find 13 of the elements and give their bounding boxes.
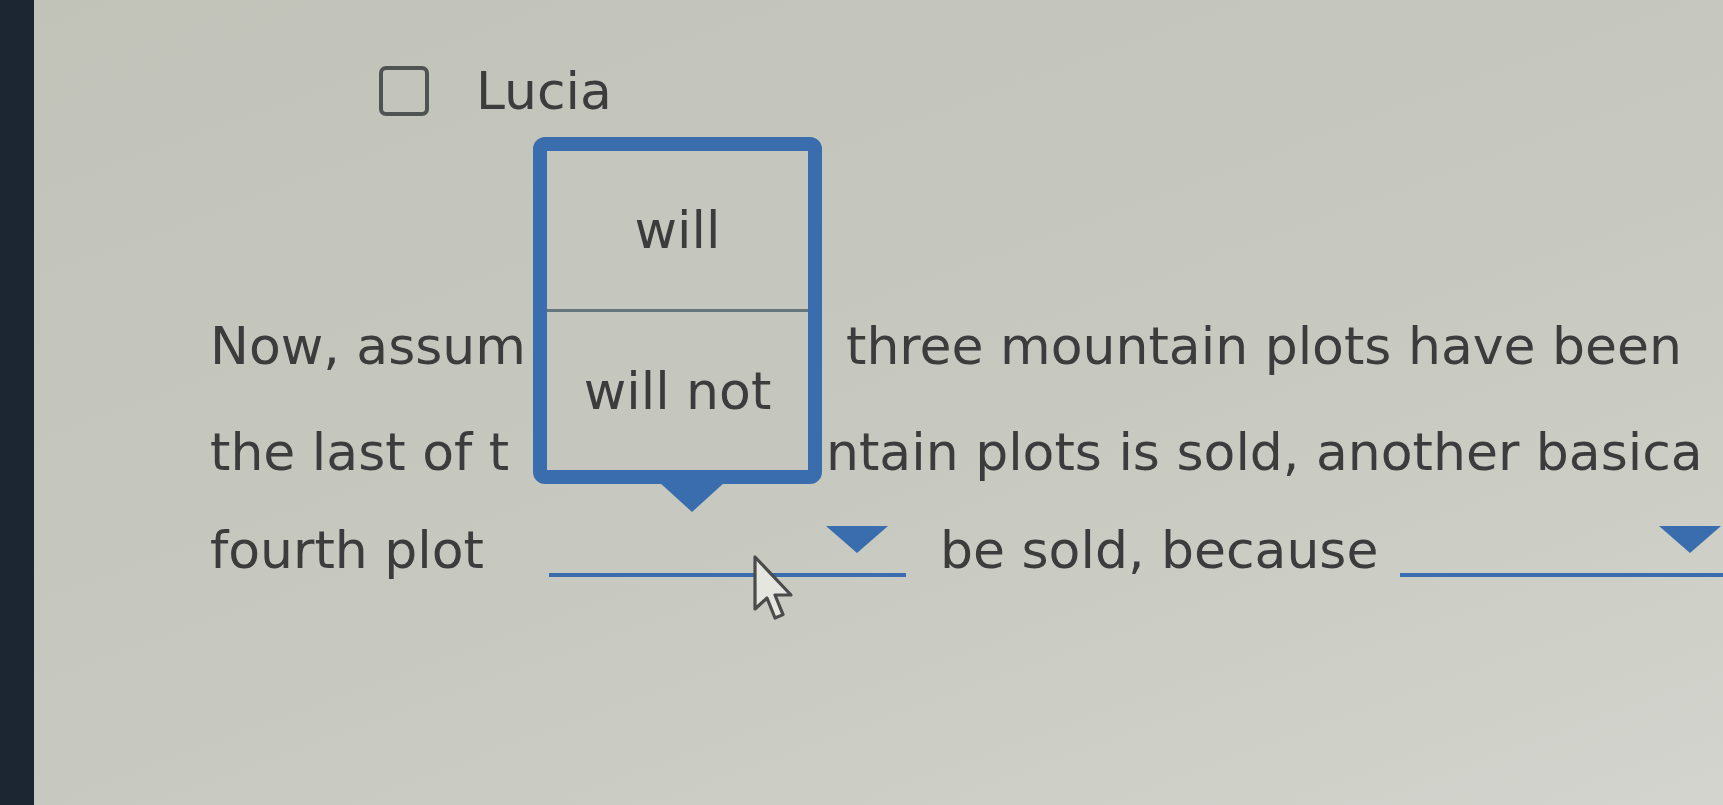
question-text: be sold, because — [940, 520, 1379, 580]
dropdown-option[interactable]: will — [547, 150, 808, 309]
question-text: three mountain plots have been — [846, 316, 1682, 376]
question-text: the last of t — [210, 422, 511, 482]
checkbox[interactable] — [379, 66, 429, 116]
question-text: fourth plot — [210, 520, 485, 580]
choice-label: Lucia — [476, 65, 612, 117]
answer-dropdown[interactable] — [1400, 523, 1723, 577]
caret-icon — [826, 525, 888, 553]
caret-icon — [1659, 525, 1721, 553]
question-text: ntain plots is sold, another basica — [826, 422, 1703, 482]
question-text: Now, assum — [210, 316, 527, 376]
dropdown-option[interactable]: will not — [547, 311, 808, 470]
